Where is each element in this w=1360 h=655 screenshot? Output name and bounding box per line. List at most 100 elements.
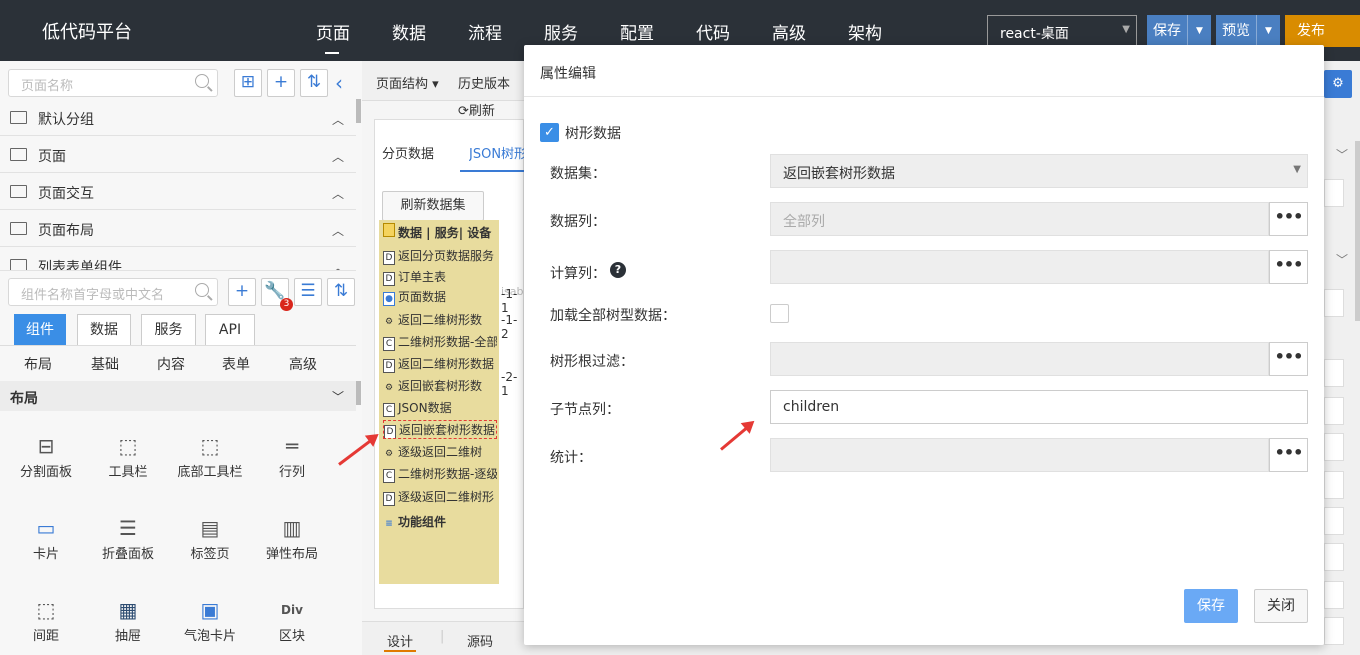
scrollbar[interactable] <box>356 99 361 123</box>
dialog-save-button[interactable]: 保存 <box>1184 589 1238 623</box>
comp-row-col[interactable]: ═ 行列 <box>252 431 332 480</box>
loadall-checkbox[interactable] <box>770 304 789 323</box>
tree-root[interactable]: 数据 | 服务| 设备 <box>383 223 497 241</box>
preview-split-button[interactable]: 预览 ▼ <box>1216 15 1280 47</box>
preview-button[interactable]: 预览 <box>1216 15 1256 47</box>
input-field[interactable] <box>1324 289 1344 317</box>
refresh-button[interactable]: ⟳刷新 <box>458 100 495 119</box>
group-default[interactable]: 默认分组 ︿ <box>0 99 356 136</box>
gear-icon[interactable]: ⚙ <box>1324 70 1352 98</box>
collapse-left-icon[interactable]: ‹ <box>335 71 343 95</box>
tree-item[interactable]: C 二维树形数据-全部 <box>383 333 497 351</box>
tree-item-selected[interactable]: D 返回嵌套树形数据 <box>383 420 497 439</box>
scrollbar[interactable] <box>356 381 361 405</box>
select-field[interactable] <box>1324 359 1344 387</box>
dropdown-arrow-icon[interactable]: ▼ <box>1187 15 1211 47</box>
chevron-up-icon[interactable]: ︿ <box>332 222 344 239</box>
tab-design[interactable]: 设计 <box>387 631 413 650</box>
subtab-basic[interactable]: 基础 <box>91 354 119 374</box>
calccol-input[interactable] <box>770 250 1269 284</box>
rootfilter-input[interactable] <box>770 342 1269 376</box>
comp-popover-card[interactable]: ▣ 气泡卡片 <box>170 595 250 644</box>
component-search-input[interactable]: 组件名称首字母或中文名 <box>8 278 218 306</box>
tree-data-checkbox[interactable]: ✓ <box>540 123 559 142</box>
nav-flow[interactable]: 流程 <box>468 19 502 44</box>
history-version-menu[interactable]: 历史版本 <box>458 73 510 92</box>
comp-spacer[interactable]: ⬚ 间距 <box>6 595 86 644</box>
datacol-input[interactable]: 全部列 <box>770 202 1269 236</box>
group-page-interaction[interactable]: 页面交互 ︿ <box>0 173 356 210</box>
tree-item[interactable]: D 返回分页数据服务 <box>383 247 497 265</box>
tree-item[interactable]: D 返回二维树形数据 <box>383 355 497 373</box>
chevron-up-icon[interactable]: ︿ <box>332 148 344 165</box>
save-button[interactable]: 保存 <box>1147 15 1187 47</box>
comp-toolbar[interactable]: ⬚ 工具栏 <box>88 431 168 480</box>
stats-input[interactable] <box>770 438 1269 472</box>
tab-json-tree[interactable]: JSON树形 <box>469 143 524 162</box>
sort-icon[interactable]: ⇅ <box>327 278 355 306</box>
select-field[interactable] <box>1324 617 1344 645</box>
comp-collapse[interactable]: ☰ 折叠面板 <box>88 513 168 562</box>
tab-service[interactable]: 服务 <box>141 314 196 346</box>
rootfilter-more-button[interactable]: ••• <box>1269 342 1308 376</box>
select-field[interactable] <box>1324 433 1344 461</box>
add-folder-button[interactable]: ⊞ <box>234 69 262 97</box>
tab-paged-data[interactable]: 分页数据 <box>382 143 434 162</box>
nav-page[interactable]: 页面 <box>316 19 350 54</box>
nav-advanced[interactable]: 高级 <box>772 19 806 44</box>
dropdown-arrow-icon[interactable]: ▼ <box>1256 15 1280 47</box>
section-layout-header[interactable]: 布局 ﹀ <box>0 381 356 411</box>
nav-service[interactable]: 服务 <box>544 19 578 44</box>
tree-item[interactable]: ⚙ 逐级返回二维树 <box>383 443 497 462</box>
tree-item[interactable]: ⚙ 返回嵌套树形数 <box>383 377 497 396</box>
nav-code[interactable]: 代码 <box>696 19 730 44</box>
group-page[interactable]: 页面 ︿ <box>0 136 356 173</box>
tree-item[interactable]: C JSON数据 <box>383 399 497 417</box>
chevron-down-icon[interactable]: ﹀ <box>1336 251 1348 268</box>
chevron-up-icon[interactable]: ︿ <box>332 185 344 202</box>
calccol-more-button[interactable]: ••• <box>1269 250 1308 284</box>
tab-components[interactable]: 组件 <box>14 314 66 346</box>
tab-data[interactable]: 数据 <box>77 314 131 346</box>
nav-config[interactable]: 配置 <box>620 19 654 44</box>
comp-card[interactable]: ▭ 卡片 <box>6 513 86 562</box>
chevron-down-icon[interactable]: ﹀ <box>1336 146 1348 163</box>
chevron-up-icon[interactable]: ︿ <box>332 259 344 270</box>
tab-source[interactable]: 源码 <box>467 631 493 650</box>
tree-func-group[interactable]: ≡ 功能组件 <box>383 513 497 532</box>
save-split-button[interactable]: 保存 ▼ <box>1147 15 1211 47</box>
page-structure-menu[interactable]: 页面结构 ▾ <box>376 73 439 92</box>
select-field[interactable] <box>1324 543 1344 571</box>
datacol-more-button[interactable]: ••• <box>1269 202 1308 236</box>
search-icon[interactable] <box>195 74 209 88</box>
sort-button[interactable]: ⇅ <box>300 69 328 97</box>
comp-bottom-toolbar[interactable]: ⬚ 底部工具栏 <box>170 431 250 480</box>
tree-item[interactable]: ⚙ 返回二维树形数 <box>383 311 497 330</box>
env-select[interactable]: react-桌面 ▼ <box>987 15 1137 47</box>
group-page-layout[interactable]: 页面布局 ︿ <box>0 210 356 247</box>
comp-split-panel[interactable]: ⊟ 分割面板 <box>6 431 86 480</box>
subtab-content[interactable]: 内容 <box>157 354 185 374</box>
tree-item[interactable]: ● 页面数据 <box>383 288 497 306</box>
dialog-close-button[interactable]: 关闭 <box>1254 589 1308 623</box>
publish-split-button[interactable]: 发布 <box>1285 15 1360 47</box>
subtab-layout[interactable]: 布局 <box>24 354 52 374</box>
select-field[interactable] <box>1324 581 1344 609</box>
nav-architecture[interactable]: 架构 <box>848 19 882 44</box>
list-icon[interactable]: ☰ <box>294 278 322 306</box>
stats-more-button[interactable]: ••• <box>1269 438 1308 472</box>
group-list-form[interactable]: 列表表单组件 ︿ <box>0 247 356 271</box>
chevron-up-icon[interactable]: ︿ <box>332 111 344 128</box>
publish-button[interactable]: 发布 <box>1285 15 1331 47</box>
comp-block[interactable]: Div 区块 <box>252 595 332 644</box>
tree-item[interactable]: D 逐级返回二维树形 <box>383 488 497 506</box>
chevron-down-icon[interactable]: ﹀ <box>332 388 344 405</box>
comp-drawer[interactable]: ▦ 抽屉 <box>88 595 168 644</box>
add-button[interactable]: + <box>267 69 295 97</box>
page-search-input[interactable]: 页面名称 <box>8 69 218 97</box>
tree-item[interactable]: D 订单主表 <box>383 268 497 286</box>
help-icon[interactable]: ? <box>610 262 626 278</box>
nav-data[interactable]: 数据 <box>392 19 426 44</box>
select-field[interactable] <box>1324 471 1344 499</box>
childcol-input[interactable]: children <box>770 390 1308 424</box>
